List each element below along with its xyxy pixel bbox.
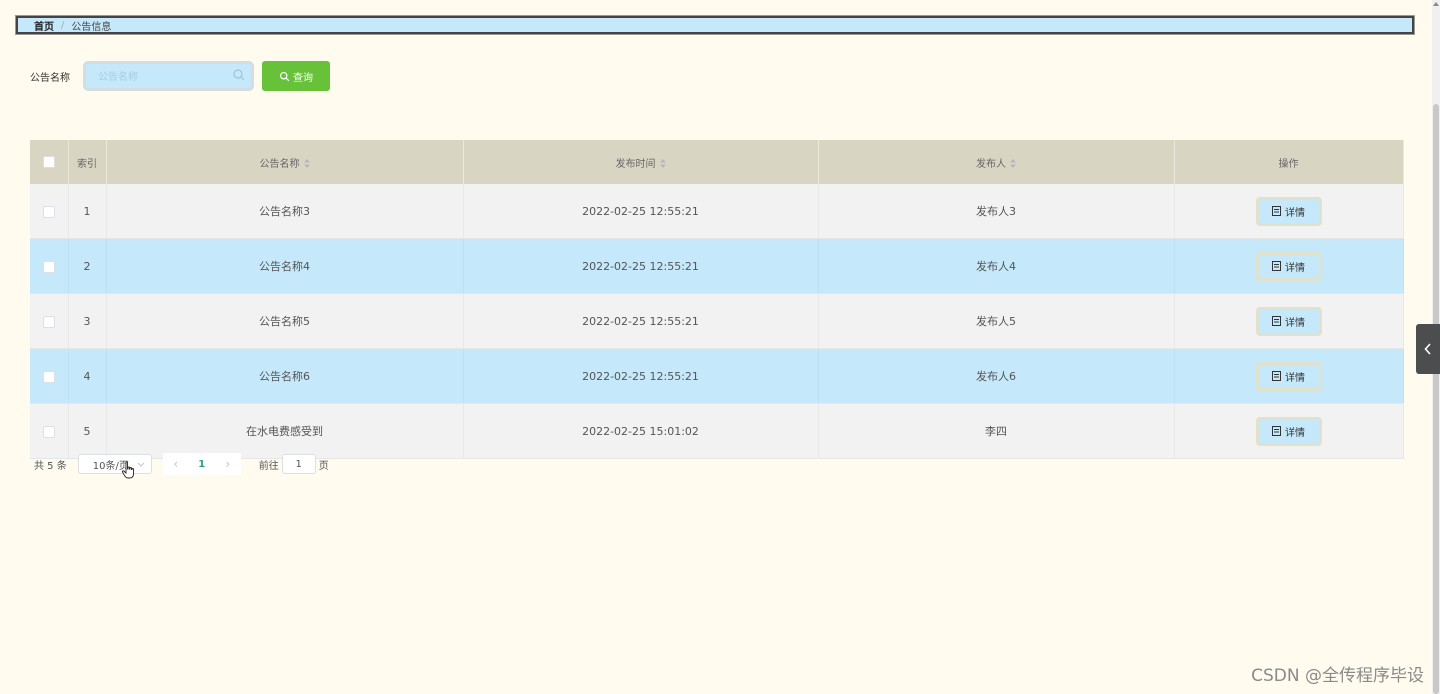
header-index: 索引 [68, 140, 107, 184]
page-number-current[interactable]: 1 [189, 459, 215, 470]
prev-page-button[interactable]: ‹ [163, 457, 189, 471]
search-input[interactable] [86, 64, 240, 90]
sort-icon [303, 159, 310, 168]
document-icon [1272, 316, 1281, 326]
row-publisher: 发布人6 [818, 348, 1175, 404]
select-all-checkbox[interactable] [42, 156, 55, 168]
pagination: 共 5 条 10条/页 ‹ 1 › 前往 页 [34, 453, 329, 479]
header-action: 操作 [1174, 140, 1404, 184]
detail-button[interactable]: 详情 [1255, 306, 1322, 336]
search-field [83, 61, 254, 91]
query-button[interactable]: 查询 [262, 61, 330, 91]
detail-button-label: 详情 [1285, 372, 1305, 384]
row-time: 2022-02-25 12:55:21 [463, 293, 819, 349]
detail-button-label: 详情 [1285, 262, 1305, 274]
row-time: 2022-02-25 12:55:21 [463, 238, 819, 294]
row-time: 2022-02-25 12:55:21 [463, 348, 819, 404]
header-select-all [30, 140, 69, 184]
goto-prefix: 前往 [258, 460, 279, 472]
search-icon [233, 69, 245, 81]
document-icon [1272, 371, 1281, 381]
hand-cursor-icon [121, 461, 134, 479]
table-header-row: 索引 公告名称 发布时间 发布人 操作 [30, 140, 1404, 184]
table-row: 3 公告名称5 2022-02-25 12:55:21 发布人5 详情 [30, 293, 1404, 349]
row-checkbox[interactable] [42, 315, 55, 328]
next-page-button[interactable]: › [215, 457, 241, 471]
detail-button[interactable]: 详情 [1255, 361, 1322, 391]
row-name: 公告名称5 [106, 293, 464, 349]
row-name: 公告名称6 [106, 348, 464, 404]
page-navigator: ‹ 1 › [162, 453, 241, 475]
row-index: 2 [68, 238, 107, 294]
detail-button-label: 详情 [1285, 427, 1305, 439]
row-publisher: 发布人5 [818, 293, 1175, 349]
detail-button-label: 详情 [1285, 317, 1305, 329]
search-icon [279, 71, 290, 81]
row-time: 2022-02-25 12:55:21 [463, 184, 819, 239]
table-row: 4 公告名称6 2022-02-25 12:55:21 发布人6 详情 [30, 348, 1404, 404]
notice-table: 索引 公告名称 发布时间 发布人 操作 1 公告名称3 2022-02-25 1… [30, 140, 1404, 459]
header-publisher[interactable]: 发布人 [818, 140, 1175, 184]
detail-button[interactable]: 详情 [1255, 416, 1322, 446]
search-label: 公告名称 [30, 73, 70, 84]
goto-suffix: 页 [318, 460, 329, 472]
breadcrumb-current: 公告信息 [71, 21, 112, 33]
row-index: 4 [68, 348, 107, 404]
header-publisher-label: 发布人 [976, 158, 1006, 170]
sort-icon [659, 159, 666, 168]
sort-icon [1010, 159, 1016, 168]
row-index: 1 [68, 184, 107, 239]
chevron-left-icon [1424, 343, 1431, 355]
detail-button-label: 详情 [1285, 207, 1305, 219]
header-name[interactable]: 公告名称 [106, 140, 464, 184]
table-row: 1 公告名称3 2022-02-25 12:55:21 发布人3 详情 [30, 184, 1404, 239]
page-size-select[interactable]: 10条/页 [77, 454, 152, 474]
scroll-up-arrow-icon[interactable] [1433, 2, 1439, 6]
row-checkbox[interactable] [42, 205, 55, 218]
row-time: 2022-02-25 15:01:02 [463, 403, 819, 459]
pagination-total: 共 5 条 [34, 460, 67, 472]
header-name-label: 公告名称 [259, 158, 300, 170]
row-publisher: 发布人3 [818, 184, 1175, 239]
document-icon [1272, 206, 1281, 216]
document-icon [1272, 261, 1281, 271]
scrollbar-thumb[interactable] [1433, 104, 1439, 694]
row-name: 公告名称4 [106, 238, 464, 294]
row-name: 公告名称3 [106, 184, 464, 239]
table-row: 2 公告名称4 2022-02-25 12:55:21 发布人4 详情 [30, 238, 1404, 294]
document-icon [1272, 426, 1281, 436]
header-time-label: 发布时间 [615, 158, 656, 170]
chevron-down-icon [137, 462, 145, 467]
detail-button[interactable]: 详情 [1255, 196, 1322, 226]
row-checkbox[interactable] [42, 425, 55, 438]
row-checkbox[interactable] [42, 370, 55, 383]
goto-page-input[interactable] [281, 454, 316, 474]
row-publisher: 李四 [818, 403, 1175, 459]
header-time[interactable]: 发布时间 [463, 140, 819, 184]
row-name: 在水电费感受到 [106, 403, 464, 459]
query-button-label: 查询 [293, 72, 313, 84]
row-checkbox[interactable] [42, 260, 55, 273]
breadcrumb-separator: / [61, 19, 65, 31]
row-index: 3 [68, 293, 107, 349]
row-index: 5 [68, 403, 107, 459]
row-publisher: 发布人4 [818, 238, 1175, 294]
detail-button[interactable]: 详情 [1255, 251, 1322, 281]
table-row: 5 在水电费感受到 2022-02-25 15:01:02 李四 详情 [30, 403, 1404, 459]
breadcrumb-home[interactable]: 首页 [34, 18, 54, 33]
watermark: CSDN @全传程序毕设 [1251, 666, 1424, 686]
sidebar-toggle-button[interactable] [1416, 324, 1440, 374]
breadcrumb: 首页 / 公告信息 [15, 15, 1415, 35]
